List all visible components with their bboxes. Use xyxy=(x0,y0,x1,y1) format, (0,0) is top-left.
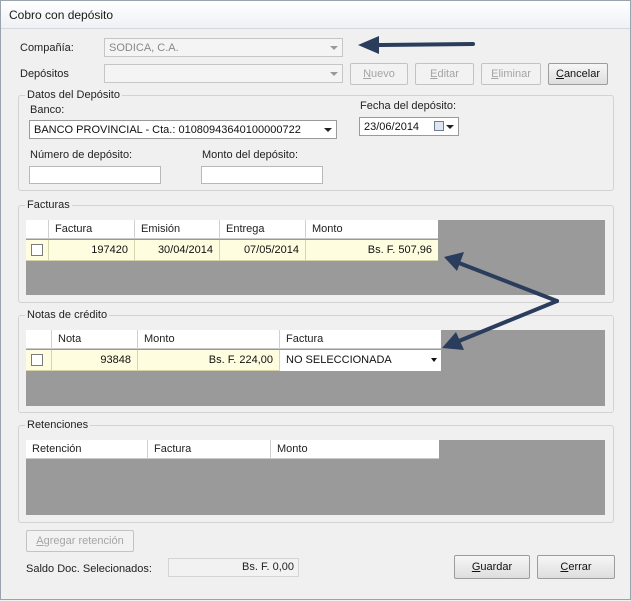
arrow-credit-note-row xyxy=(442,299,559,350)
arrow-company xyxy=(358,36,475,54)
annotation-arrows xyxy=(358,36,559,350)
cobro-deposito-window: Cobro con depósito Compañía: SODICA, C.A… xyxy=(0,0,631,600)
arrow-invoice-row xyxy=(444,252,559,303)
